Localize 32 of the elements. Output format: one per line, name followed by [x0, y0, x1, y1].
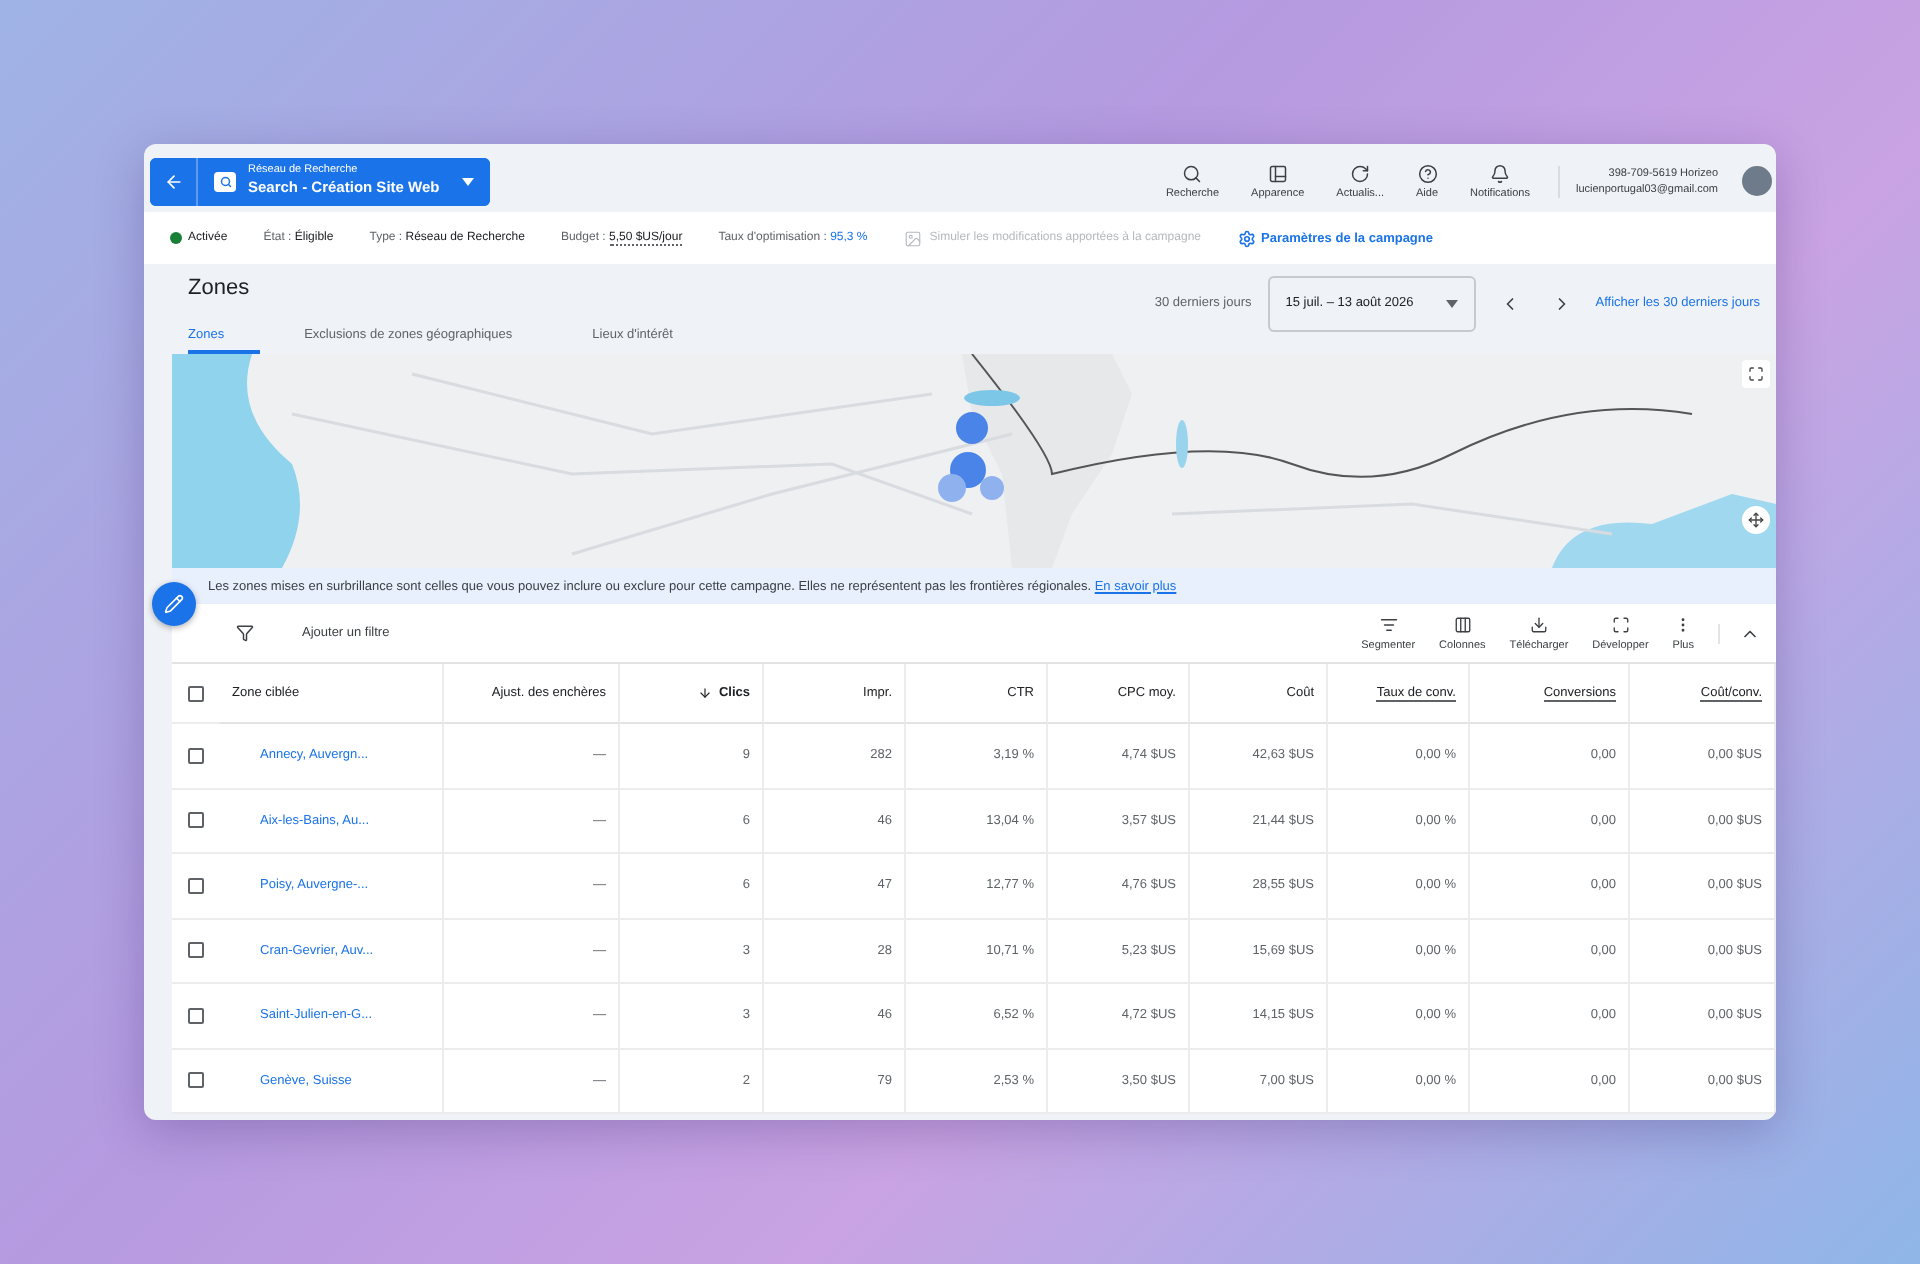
move-icon [1748, 512, 1764, 528]
row-checkbox[interactable] [188, 747, 204, 764]
row-checkbox[interactable] [188, 1072, 204, 1089]
caret-icon [462, 177, 474, 185]
pencil-icon [164, 594, 184, 614]
back-button[interactable] [150, 157, 198, 205]
segment-icon [1379, 615, 1398, 633]
help-icon [1417, 163, 1437, 183]
fullscreen-button[interactable] [1742, 360, 1770, 388]
columns-icon [1453, 615, 1472, 633]
expand-icon [1611, 615, 1630, 633]
layout-icon [1267, 163, 1288, 183]
campaign-search-icon [214, 171, 236, 191]
bell-icon [1490, 163, 1510, 183]
refresh-icon [1350, 163, 1371, 183]
select-all-checkbox[interactable] [188, 685, 204, 701]
caret-icon [1445, 299, 1458, 307]
search-icon [1182, 163, 1203, 183]
download-icon [1529, 615, 1548, 633]
page-title: Zones [188, 276, 252, 300]
back-arrow-icon [163, 171, 183, 191]
fullscreen-icon [1748, 366, 1764, 382]
sort-arrow-icon [698, 686, 713, 700]
filter-icon [236, 624, 254, 642]
row-checkbox[interactable] [188, 1007, 204, 1024]
row-checkbox[interactable] [188, 942, 204, 959]
edit-button[interactable] [152, 582, 196, 626]
avatar[interactable] [1742, 166, 1772, 196]
settings-icon [1237, 229, 1255, 247]
row-checkbox[interactable] [188, 877, 204, 894]
row-checkbox[interactable] [188, 812, 204, 829]
image-icon [903, 229, 922, 247]
